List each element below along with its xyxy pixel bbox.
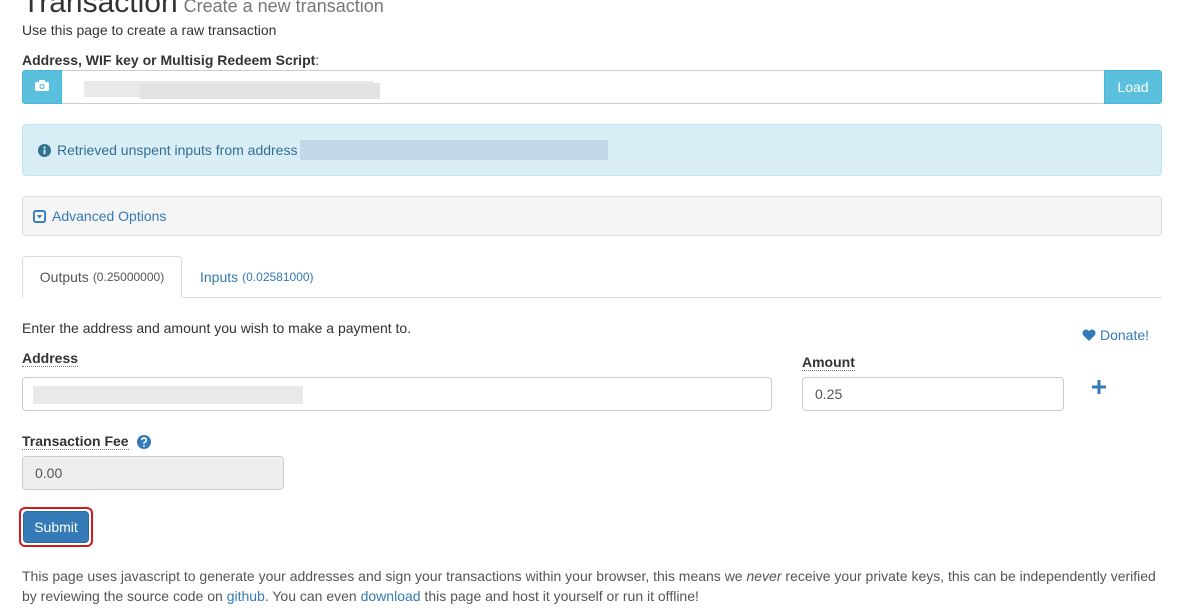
plus-icon[interactable] <box>1092 374 1106 400</box>
outputs-total: (0.25000000) <box>92 270 165 284</box>
page-subtitle: Create a new transaction <box>183 0 384 16</box>
transaction-fee-input[interactable]: 0.00 <box>22 456 284 490</box>
inputs-total: (0.02581000) <box>242 270 314 284</box>
intro-text: Use this page to create a raw transactio… <box>22 22 277 38</box>
download-link[interactable]: download <box>361 588 421 604</box>
transaction-fee-label-group: Transaction Fee <box>22 433 151 450</box>
output-address-input[interactable] <box>22 377 772 411</box>
tab-inputs[interactable]: Inputs (0.02581000) <box>190 256 324 298</box>
redacted-address <box>300 140 609 160</box>
address-label: Address, WIF key or Multisig Redeem Scri… <box>22 52 320 68</box>
advanced-options-label: Advanced Options <box>52 208 167 224</box>
outputs-instructions: Enter the address and amount you wish to… <box>22 320 412 336</box>
footer-text: This page uses javascript to generate yo… <box>22 568 1156 604</box>
transaction-fee-label: Transaction Fee <box>22 433 129 450</box>
address-input[interactable] <box>62 70 1104 104</box>
page-title: Transaction Create a new transaction <box>22 0 384 20</box>
camera-icon <box>35 78 49 96</box>
info-alert: Retrieved unspent inputs from address <box>22 124 1162 176</box>
github-link[interactable]: github <box>227 588 265 604</box>
output-address-label: Address <box>22 350 79 367</box>
alert-text: Retrieved unspent inputs from address <box>57 142 298 158</box>
tab-outputs[interactable]: Outputs (0.25000000) <box>22 256 182 298</box>
heart-icon <box>1082 329 1096 341</box>
camera-button[interactable] <box>22 70 62 104</box>
load-button[interactable]: Load <box>1104 70 1162 104</box>
advanced-options-toggle[interactable]: Advanced Options <box>22 196 1162 236</box>
info-circle-icon <box>38 143 51 157</box>
donate-link[interactable]: Donate! <box>1082 327 1149 343</box>
amount-input[interactable]: 0.25 <box>802 377 1064 411</box>
caret-square-down-icon <box>33 209 46 223</box>
amount-label: Amount <box>802 354 855 371</box>
question-circle-icon[interactable] <box>136 434 151 449</box>
submit-button[interactable]: Submit <box>23 511 89 543</box>
address-input-group: Load <box>22 70 1162 104</box>
